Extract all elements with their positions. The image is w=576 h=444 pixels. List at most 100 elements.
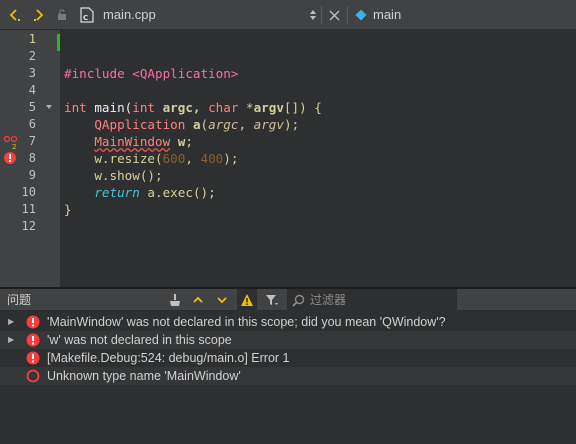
error-icon	[26, 351, 40, 365]
line-number: 6	[28, 117, 36, 131]
code-token: ();	[192, 185, 216, 200]
line-number-gutter[interactable]: 1 2 3 4 5 6 7 8 9 10 11 12 2	[0, 30, 60, 287]
show-warnings-toggle[interactable]	[237, 289, 257, 311]
code-token: argv	[253, 100, 284, 115]
file-dropdown-button[interactable]	[306, 0, 320, 30]
fold-marker[interactable]	[45, 99, 55, 116]
issue-row[interactable]: ▶ 'w' was not declared in this scope	[0, 331, 576, 349]
code-line-9: w.show();	[64, 167, 163, 184]
code-token: argc	[208, 117, 239, 132]
error-outline-icon	[26, 369, 40, 383]
code-line-3: #include <QApplication>	[64, 65, 238, 82]
line-number: 1	[28, 32, 36, 46]
issue-row[interactable]: [Makefile.Debug:524: debug/main.o] Error…	[0, 349, 576, 367]
clean-button[interactable]	[165, 289, 185, 311]
code-token: argc,	[155, 100, 209, 115]
fold-arrow-icon	[46, 105, 52, 109]
toolbar-divider	[321, 6, 322, 24]
chevron-right-icon	[34, 9, 44, 21]
current-symbol-selector[interactable]: main	[373, 0, 401, 30]
code-token: w.	[64, 151, 110, 166]
cpp-file-icon: C	[80, 7, 94, 23]
up-down-arrows-icon	[310, 10, 316, 20]
issues-toolbar: 问题 过滤器	[0, 289, 576, 311]
issues-pane-title: 问题	[7, 293, 32, 307]
current-line-indicator	[57, 34, 60, 51]
code-editor[interactable]: 1 2 3 4 5 6 7 8 9 10 11 12 2 #include <Q…	[0, 30, 576, 287]
toolbar-divider	[347, 6, 348, 24]
code-token: 400	[200, 151, 224, 166]
code-token: main(	[86, 100, 133, 115]
code-token: a	[192, 117, 201, 132]
next-issue-button[interactable]	[212, 289, 232, 311]
symbol-icon-wrap	[354, 0, 368, 30]
code-line-5: int main(int argc, char *argv[]) {	[64, 99, 322, 116]
filter-icon	[266, 295, 278, 305]
code-token: ();	[139, 168, 163, 183]
issue-text: 'MainWindow' was not declared in this sc…	[47, 315, 446, 329]
code-token: int	[132, 100, 155, 115]
editor-toolbar: C main.cpp main	[0, 0, 576, 30]
line-number: 3	[28, 66, 36, 80]
lock-button[interactable]	[54, 0, 70, 30]
line-number: 12	[21, 219, 36, 233]
line-number: 2	[28, 49, 36, 63]
search-icon	[292, 294, 305, 307]
error-icon	[4, 152, 16, 164]
file-type-icon-wrap: C	[78, 0, 96, 30]
issue-text: [Makefile.Debug:524: debug/main.o] Error…	[47, 351, 290, 365]
expand-arrow-icon[interactable]: ▶	[8, 313, 14, 331]
error-marker[interactable]	[3, 150, 17, 172]
code-token: resize	[109, 151, 156, 166]
code-token: ,	[238, 117, 254, 132]
code-line-8: w.resize(600, 400);	[64, 150, 238, 167]
issue-text: 'w' was not declared in this scope	[47, 333, 232, 347]
code-token: int	[64, 100, 87, 115]
filter-placeholder: 过滤器	[310, 293, 347, 307]
lock-icon	[58, 9, 66, 20]
error-icon	[26, 315, 40, 329]
issue-row[interactable]: ▶ 'MainWindow' was not declared in this …	[0, 313, 576, 331]
warning-icon	[241, 294, 253, 306]
issues-list: ▶ 'MainWindow' was not declared in this …	[0, 311, 576, 444]
code-token: MainWindow	[94, 134, 171, 149]
previous-issue-button[interactable]	[188, 289, 208, 311]
chevron-up-icon	[193, 296, 203, 303]
code-token: );	[223, 151, 239, 166]
code-token: w.	[64, 168, 110, 183]
issue-row[interactable]: Unknown type name 'MainWindow'	[0, 367, 576, 385]
forward-button[interactable]	[28, 0, 50, 30]
code-token: []) {	[283, 100, 322, 115]
code-token: }	[64, 202, 72, 217]
error-icon	[26, 333, 40, 347]
code-token: );	[283, 117, 300, 132]
code-token: ;	[185, 134, 193, 149]
close-document-button[interactable]	[325, 0, 343, 30]
code-token: char	[208, 100, 239, 115]
code-token: return	[94, 185, 140, 200]
code-token: QApplication	[94, 117, 186, 132]
code-line-7: MainWindow w;	[64, 133, 193, 150]
expand-arrow-icon[interactable]: ▶	[8, 331, 14, 349]
code-line-10: return a.exec();	[64, 184, 216, 201]
marker-count: 2	[12, 143, 16, 150]
broom-icon	[170, 294, 180, 306]
line-number: 5	[28, 100, 36, 114]
back-button[interactable]	[4, 0, 26, 30]
line-number: 10	[21, 185, 36, 199]
code-token: *	[238, 100, 254, 115]
code-token: 600	[162, 151, 186, 166]
code-line-11: }	[64, 201, 72, 218]
function-symbol-icon	[355, 9, 367, 21]
issues-filter-input[interactable]: 过滤器	[287, 289, 457, 311]
svg-text:C: C	[83, 14, 88, 22]
code-token: (	[155, 151, 163, 166]
current-file-name[interactable]: main.cpp	[103, 0, 156, 30]
code-line-6: QApplication a(argc, argv);	[64, 116, 299, 133]
filter-options-button[interactable]	[262, 289, 282, 311]
